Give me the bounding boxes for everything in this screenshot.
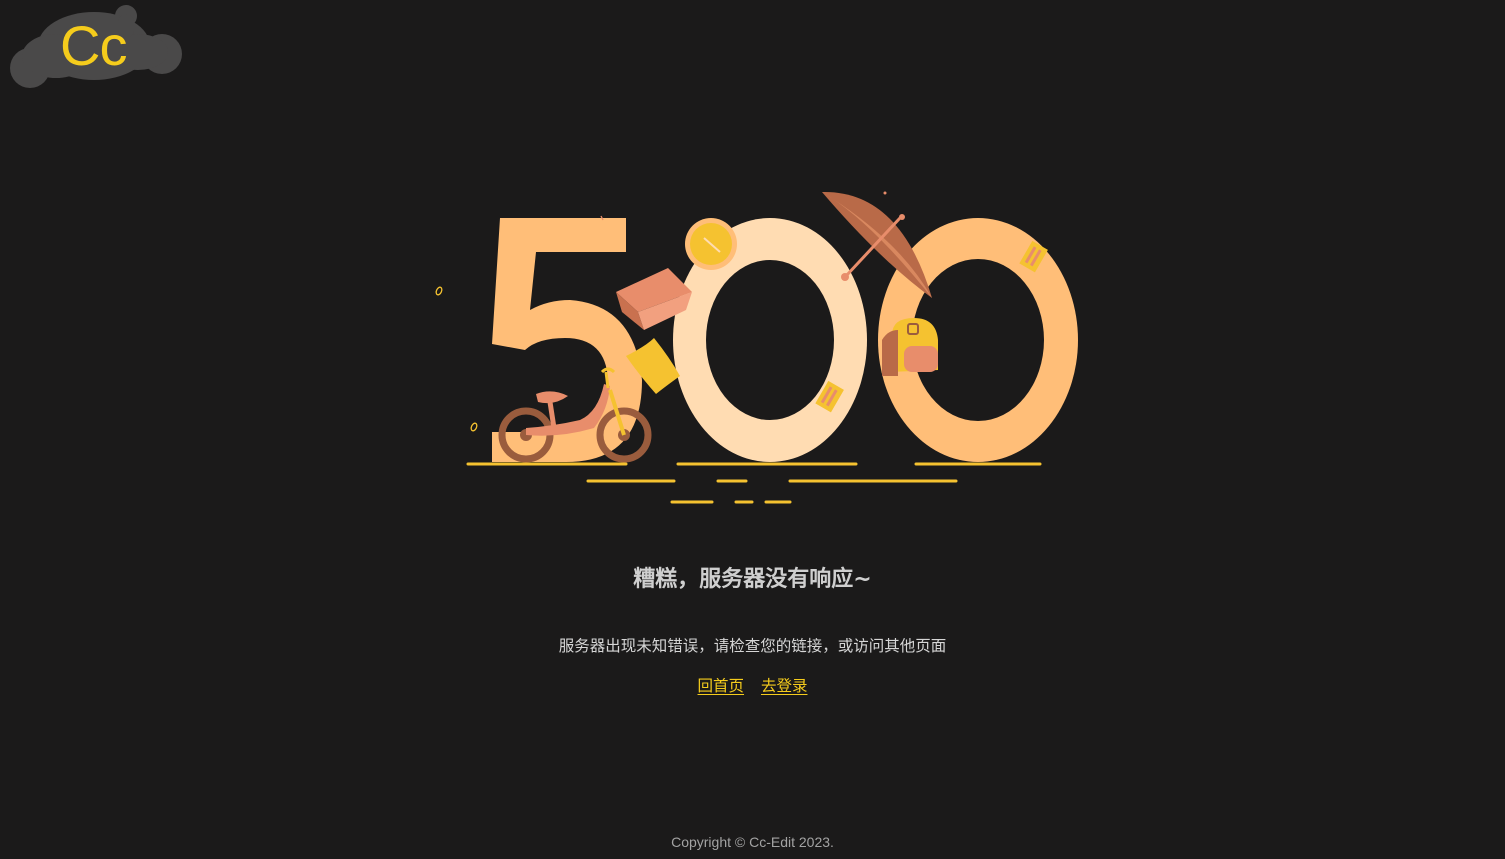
- error-description: 服务器出现未知错误，请检查您的链接，或访问其他页面: [558, 637, 947, 655]
- error-500-illustration-icon: [435, 191, 1078, 504]
- footer-copyright: Copyright © Cc-Edit 2023.: [671, 834, 834, 850]
- login-link[interactable]: 去登录: [761, 677, 808, 695]
- ground-lines: [466, 462, 1042, 504]
- logo-text: Cc: [60, 14, 127, 77]
- action-links: 回首页 去登录: [0, 672, 1505, 700]
- error-page: Cc 糟糕，服务器没有响应~ 服务器出现未知错误，请检查您的链接，或访问其他页面…: [0, 0, 1505, 859]
- app-logo[interactable]: Cc: [6, 2, 186, 90]
- server-error-illustration: [430, 180, 1090, 515]
- home-link[interactable]: 回首页: [698, 677, 745, 695]
- error-title: 糟糕，服务器没有响应~: [633, 567, 872, 592]
